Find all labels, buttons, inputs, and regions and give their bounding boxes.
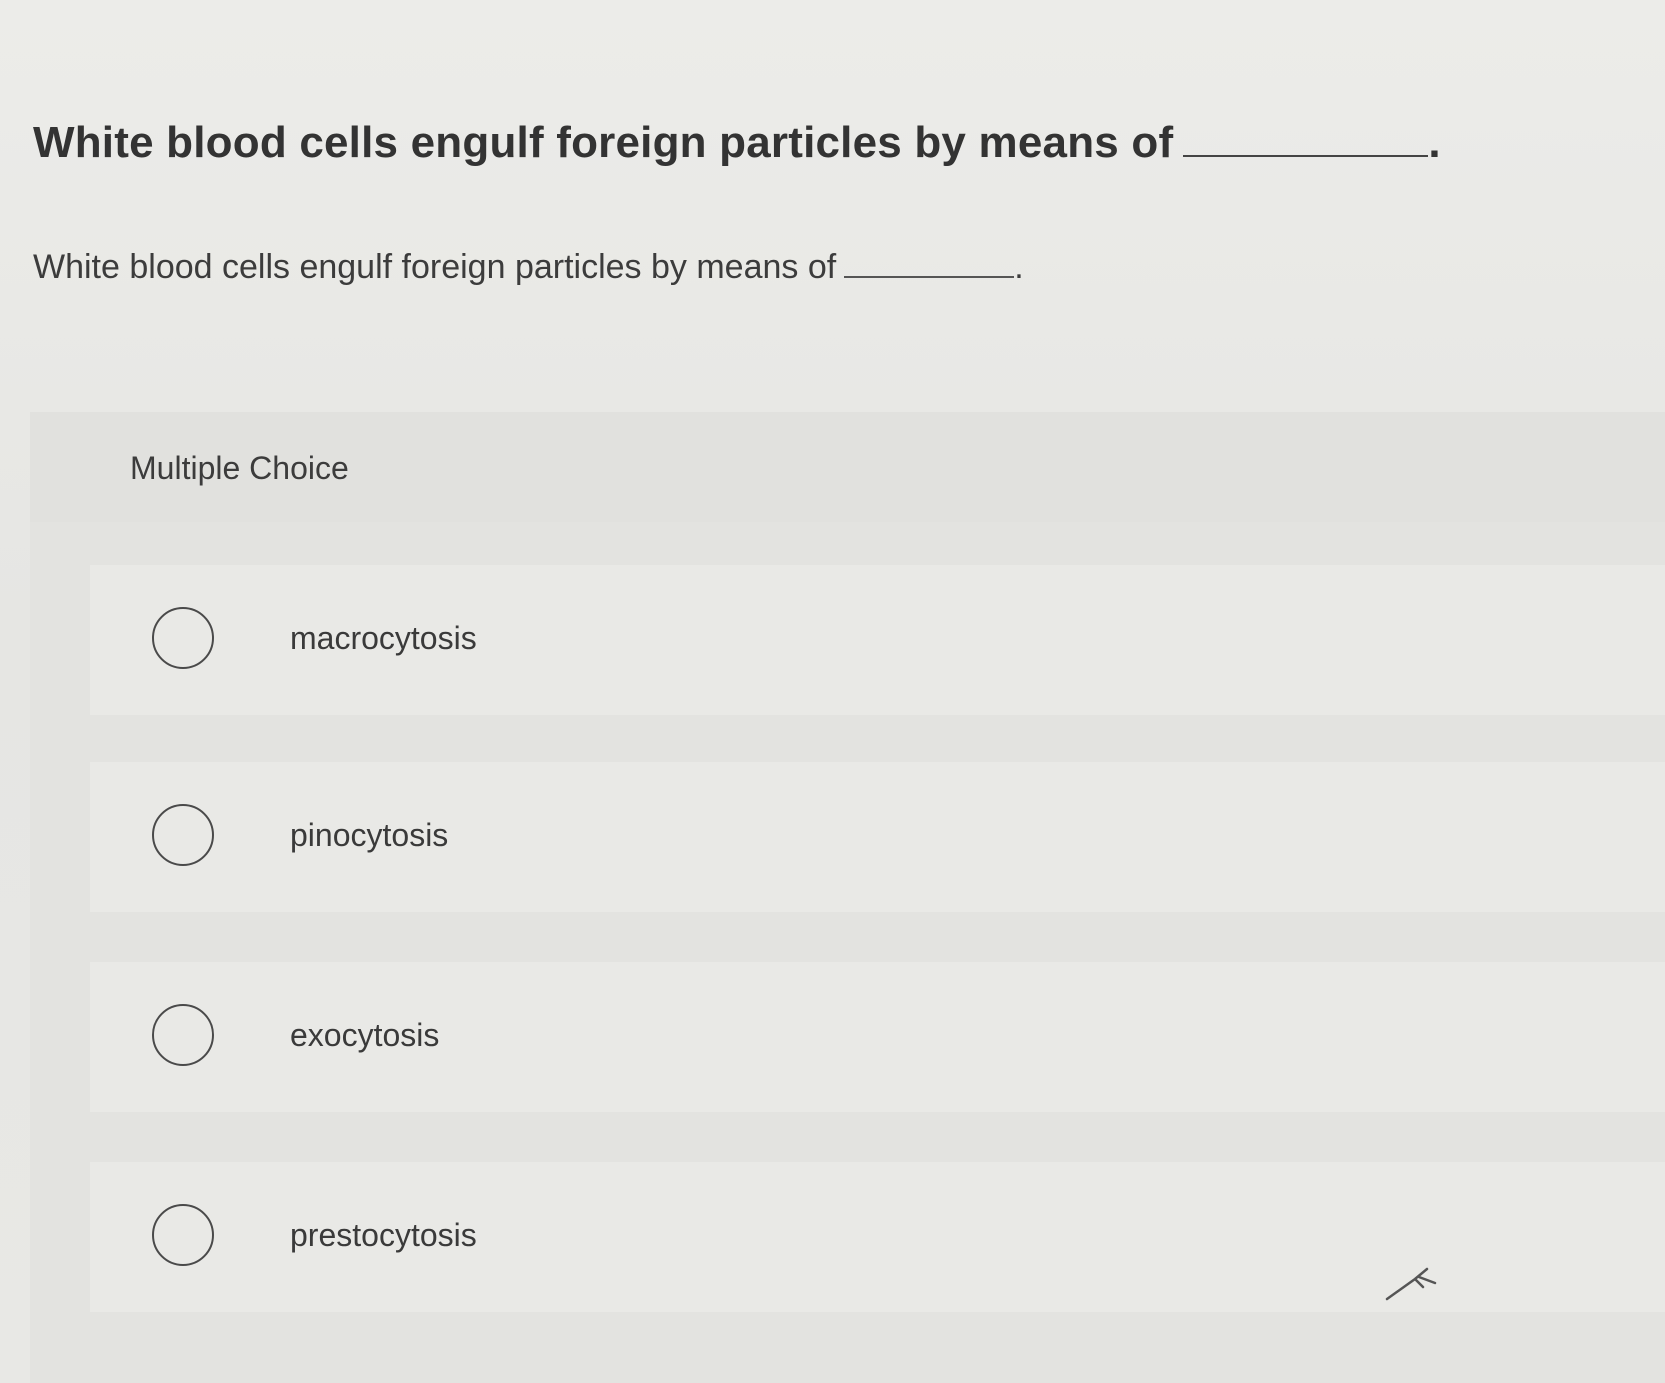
question-text: White blood cells engulf foreign particl… — [33, 248, 1024, 287]
question-title-text: White blood cells engulf foreign particl… — [33, 118, 1174, 167]
answer-blank-small — [844, 252, 1015, 278]
radio-button[interactable] — [152, 607, 214, 669]
option-label: prestocytosis — [290, 1217, 477, 1253]
option-exocytosis[interactable]: exocytosis — [90, 962, 1665, 1112]
question-title: White blood cells engulf foreign particl… — [33, 118, 1441, 168]
option-label: pinocytosis — [290, 817, 449, 853]
multiple-choice-header: Multiple Choice — [30, 412, 1665, 522]
option-pinocytosis[interactable]: pinocytosis — [90, 762, 1665, 912]
option-macrocytosis[interactable]: macrocytosis — [90, 565, 1665, 715]
pen-cursor-icon — [1385, 1267, 1437, 1301]
option-label: exocytosis — [290, 1017, 440, 1053]
question-text-body: White blood cells engulf foreign particl… — [33, 248, 837, 286]
radio-button[interactable] — [152, 804, 214, 866]
multiple-choice-label: Multiple Choice — [130, 450, 349, 486]
option-label: macrocytosis — [290, 620, 477, 656]
radio-button[interactable] — [152, 1204, 214, 1266]
question-title-period: . — [1428, 118, 1441, 167]
answer-blank — [1183, 125, 1429, 157]
radio-button[interactable] — [152, 1004, 214, 1066]
question-text-period: . — [1014, 248, 1024, 286]
quiz-page: White blood cells engulf foreign particl… — [0, 0, 1665, 1383]
